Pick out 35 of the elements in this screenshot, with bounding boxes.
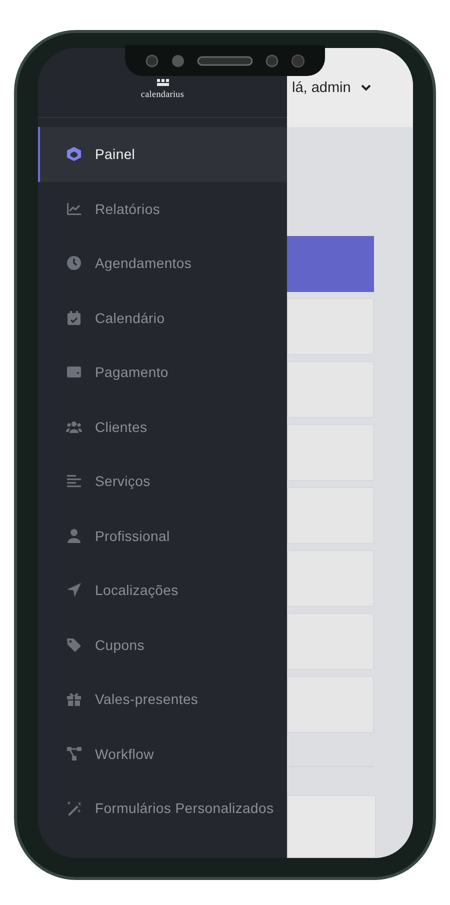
gift-icon — [66, 691, 82, 708]
sidebar-item[interactable]: Serviços — [38, 454, 287, 508]
sidebar-item[interactable]: Workflow — [38, 726, 287, 781]
sidebar-item[interactable]: Formulários Personalizados — [38, 781, 287, 836]
logo-icon — [156, 78, 170, 87]
magic-wand-icon — [66, 800, 82, 816]
camera-icon — [291, 54, 305, 68]
tag-icon — [66, 636, 82, 653]
chart-icon — [66, 200, 82, 217]
sidebar-item[interactable]: Relatórios — [38, 182, 287, 236]
sidebar-item[interactable]: Localizações — [38, 563, 287, 618]
sidebar-item[interactable]: Pagamento — [38, 345, 287, 400]
sidebar-item[interactable]: Calendário — [38, 290, 287, 345]
clock-icon — [66, 255, 82, 272]
sensor-icon — [265, 54, 279, 68]
sidebar-item[interactable]: Vales-presentes — [38, 672, 287, 726]
sidebar-item[interactable]: Agendamentos — [38, 236, 287, 290]
calendar-icon — [66, 310, 82, 326]
chevron-down-icon[interactable] — [360, 84, 371, 92]
camera-icon — [171, 54, 185, 68]
navigation-arrow-icon — [66, 582, 82, 598]
wallet-icon — [66, 364, 82, 380]
user-greeting[interactable]: lá, admin — [292, 80, 351, 96]
person-icon — [66, 528, 82, 544]
users-icon — [66, 418, 82, 435]
sidebar-item[interactable]: Profissional — [38, 508, 287, 563]
sidebar-item[interactable]: Clientes — [38, 400, 287, 454]
speaker-icon — [197, 56, 253, 66]
workflow-icon — [66, 746, 82, 762]
sensor-icon — [145, 54, 159, 68]
sidebar-item[interactable]: Cupons — [38, 618, 287, 672]
cube-icon — [66, 146, 82, 162]
brand-name: calendarius — [140, 89, 184, 99]
list-lines-icon — [66, 473, 82, 490]
sidebar-item[interactable]: Painel — [38, 127, 287, 182]
